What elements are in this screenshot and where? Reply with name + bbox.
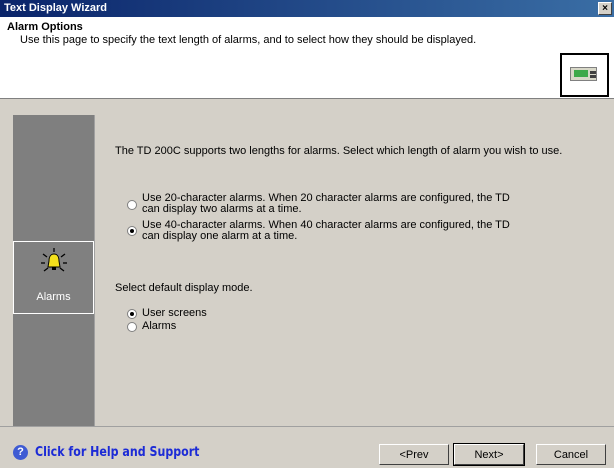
wizard-header: Alarm Options Use this page to specify t…: [0, 17, 614, 99]
page-title: Alarm Options: [7, 21, 83, 33]
title-bar: Text Display Wizard ×: [0, 0, 614, 17]
prev-button[interactable]: <Prev: [379, 444, 449, 465]
footer-divider: [0, 426, 614, 427]
sidebar-item-label: Alarms: [36, 291, 71, 303]
page-description: Use this page to specify the text length…: [20, 34, 477, 46]
cancel-button[interactable]: Cancel: [536, 444, 606, 465]
mode-user-screens[interactable]: User screens: [127, 308, 207, 319]
close-button[interactable]: ×: [598, 2, 612, 15]
radio-40-char[interactable]: [127, 226, 137, 236]
intro-text: The TD 200C supports two lengths for ala…: [115, 145, 563, 157]
option-40-char-label: Use 40-character alarms. When 40 charact…: [142, 219, 510, 242]
mode-heading: Select default display mode.: [115, 282, 253, 294]
option-40-char[interactable]: Use 40-character alarms. When 40 charact…: [127, 220, 527, 242]
help-link[interactable]: ? Click for Help and Support: [13, 445, 228, 460]
mode-alarms-label: Alarms: [142, 320, 177, 332]
option-20-char-label: Use 20-character alarms. When 20 charact…: [142, 192, 510, 215]
window-title: Text Display Wizard: [4, 2, 108, 14]
mode-alarms[interactable]: Alarms: [127, 321, 176, 332]
help-label: Click for Help and Support: [35, 445, 200, 460]
device-image: [560, 53, 609, 97]
radio-20-char[interactable]: [127, 200, 137, 210]
radio-user-screens[interactable]: [127, 309, 137, 319]
wizard-content: The TD 200C supports two lengths for ala…: [95, 115, 614, 426]
help-icon: ?: [13, 445, 28, 460]
wizard-sidebar: Alarms: [13, 115, 94, 426]
alarm-bell-icon: [41, 248, 67, 272]
option-20-char[interactable]: Use 20-character alarms. When 20 charact…: [127, 193, 527, 215]
radio-alarms[interactable]: [127, 322, 137, 332]
next-button[interactable]: Next>: [453, 443, 525, 466]
td-device-icon: [570, 67, 597, 81]
mode-user-screens-label: User screens: [142, 307, 207, 319]
sidebar-item-alarms[interactable]: Alarms: [13, 241, 94, 314]
